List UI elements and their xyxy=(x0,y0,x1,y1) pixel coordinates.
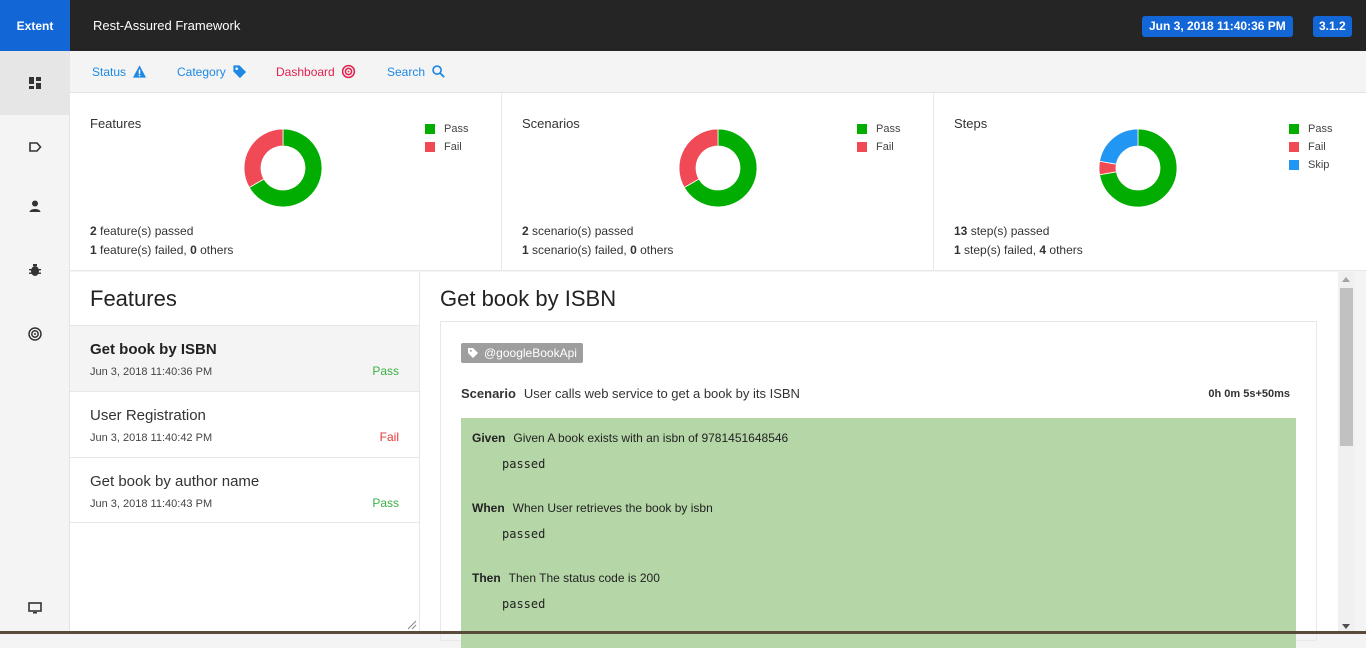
chart-legend: Pass Fail xyxy=(425,120,468,156)
sidebar-item-exceptions[interactable] xyxy=(0,238,70,302)
radar-icon xyxy=(341,64,355,79)
step-text: When User retrieves the book by isbn xyxy=(512,501,713,515)
step-row: Given Given A book exists with an isbn of… xyxy=(472,431,788,445)
legend-pass: Pass xyxy=(425,120,468,138)
dashboard-link-label: Dashboard xyxy=(276,64,335,79)
legend-fail: Fail xyxy=(857,138,900,156)
feature-name: User Registration xyxy=(90,407,206,424)
feature-status: Pass xyxy=(372,364,399,378)
feature-time: Jun 3, 2018 11:40:36 PM xyxy=(90,366,213,378)
features-summary-card: Features Pass Fail 2 feature(s) passed 1… xyxy=(70,93,502,271)
radar-icon xyxy=(28,327,42,341)
search-icon xyxy=(432,65,445,78)
scenario-header[interactable]: Scenario User calls web service to get a … xyxy=(461,386,800,401)
version-badge: 3.1.2 xyxy=(1313,16,1352,37)
chart-legend: Pass Fail Skip xyxy=(1289,120,1332,174)
legend-pass: Pass xyxy=(857,120,900,138)
legend-fail: Fail xyxy=(1289,138,1332,156)
card-summary: 2 feature(s) passed 1 feature(s) failed,… xyxy=(90,224,234,257)
sidebar xyxy=(0,51,70,634)
card-summary: 13 step(s) passed 1 step(s) failed, 4 ot… xyxy=(954,224,1083,257)
category-filter-link[interactable]: Category xyxy=(177,64,247,79)
legend-fail: Fail xyxy=(425,138,468,156)
feature-detail-panel: Get book by ISBN @googleBookApi Scenario… xyxy=(420,272,1338,648)
donut-slice-skip[interactable] xyxy=(1099,128,1139,165)
step-keyword: Then xyxy=(472,571,501,585)
card-title: Features xyxy=(90,116,142,131)
detail-scrollbar[interactable] xyxy=(1338,272,1355,634)
feature-time: Jun 3, 2018 11:40:42 PM xyxy=(90,432,213,444)
scenario-name: User calls web service to get a book by … xyxy=(523,386,800,401)
sidebar-item-category[interactable] xyxy=(0,115,70,179)
report-date-badge: Jun 3, 2018 11:40:36 PM xyxy=(1142,16,1293,37)
card-summary: 2 scenario(s) passed 1 scenario(s) faile… xyxy=(522,224,674,257)
scenario-container: @googleBookApi Scenario User calls web se… xyxy=(440,321,1317,648)
scroll-thumb[interactable] xyxy=(1340,288,1353,446)
chart-legend: Pass Fail xyxy=(857,120,900,156)
feature-name: Get book by ISBN xyxy=(90,341,217,358)
sidebar-item-dashboard[interactable] xyxy=(0,51,70,115)
feature-list-item[interactable]: Get book by author name Jun 3, 2018 11:4… xyxy=(70,457,419,523)
steps-block: Given Given A book exists with an isbn of… xyxy=(461,418,1296,648)
features-donut-chart xyxy=(243,128,323,208)
card-title: Scenarios xyxy=(522,116,580,131)
resize-handle-icon[interactable] xyxy=(407,620,417,630)
sub-navigation: Status Category Dashboard Search xyxy=(70,51,1366,93)
status-link-label: Status xyxy=(92,64,127,79)
features-list-panel: Features Get book by ISBN Jun 3, 2018 11… xyxy=(70,272,420,632)
features-heading: Features xyxy=(90,286,177,311)
category-link-label: Category xyxy=(177,64,226,79)
step-output: passed xyxy=(502,597,546,611)
tag-icon xyxy=(29,142,42,152)
feature-list-item[interactable]: Get book by ISBN Jun 3, 2018 11:40:36 PM… xyxy=(70,325,419,391)
warning-icon xyxy=(132,65,147,78)
feature-status: Fail xyxy=(379,430,399,444)
legend-pass: Pass xyxy=(1289,120,1332,138)
step-keyword: Given xyxy=(472,431,506,445)
scroll-up-arrow-icon[interactable] xyxy=(1342,277,1350,282)
step-text: Given A book exists with an isbn of 9781… xyxy=(513,431,789,445)
step-row: When When User retrieves the book by isbn xyxy=(472,501,713,515)
monitor-icon xyxy=(28,602,42,614)
search-link[interactable]: Search xyxy=(387,64,446,79)
brand-logo[interactable]: Extent xyxy=(0,0,70,51)
feature-name: Get book by author name xyxy=(90,473,260,490)
dashboard-link[interactable]: Dashboard xyxy=(276,64,356,79)
tag-icon xyxy=(468,348,478,358)
scenario-label: Scenario xyxy=(461,386,516,401)
donut-slice-fail[interactable] xyxy=(678,128,719,189)
dashboard-panel: Features Pass Fail 2 feature(s) passed 1… xyxy=(70,93,1366,271)
feature-list-item[interactable]: User Registration Jun 3, 2018 11:40:42 P… xyxy=(70,391,419,457)
report-title: Rest-Assured Framework xyxy=(93,18,241,33)
step-text: Then The status code is 200 xyxy=(508,571,660,585)
status-filter-link[interactable]: Status xyxy=(92,64,147,79)
feature-status: Pass xyxy=(372,496,399,510)
step-output: passed xyxy=(502,527,546,541)
step-row: Then Then The status code is 200 xyxy=(472,571,660,585)
category-tag[interactable]: @googleBookApi xyxy=(461,343,583,363)
top-header: Extent Rest-Assured Framework Jun 3, 201… xyxy=(0,0,1366,51)
card-title: Steps xyxy=(954,116,988,131)
scroll-down-arrow-icon[interactable] xyxy=(1342,624,1350,629)
tag-icon xyxy=(233,65,246,79)
step-output: passed xyxy=(502,457,546,471)
feature-time: Jun 3, 2018 11:40:43 PM xyxy=(90,498,213,510)
steps-summary-card: Steps Pass Fail Skip 13 step(s) passed 1… xyxy=(934,93,1366,271)
bug-icon xyxy=(29,264,41,276)
step-keyword: When xyxy=(472,501,505,515)
scenarios-summary-card: Scenarios Pass Fail 2 scenario(s) passed… xyxy=(502,93,934,271)
sidebar-item-timeline[interactable] xyxy=(0,302,70,366)
feature-detail-title: Get book by ISBN xyxy=(440,286,617,311)
user-icon xyxy=(29,200,41,212)
donut-slice-fail[interactable] xyxy=(243,128,284,189)
steps-donut-chart xyxy=(1098,128,1178,208)
dashboard-icon xyxy=(29,77,41,89)
scenario-duration: 0h 0m 5s+50ms xyxy=(1208,388,1290,400)
scenarios-donut-chart xyxy=(678,128,758,208)
search-link-label: Search xyxy=(387,64,426,79)
tag-label: @googleBookApi xyxy=(484,346,577,360)
legend-skip: Skip xyxy=(1289,156,1332,174)
sidebar-item-author[interactable] xyxy=(0,174,70,238)
